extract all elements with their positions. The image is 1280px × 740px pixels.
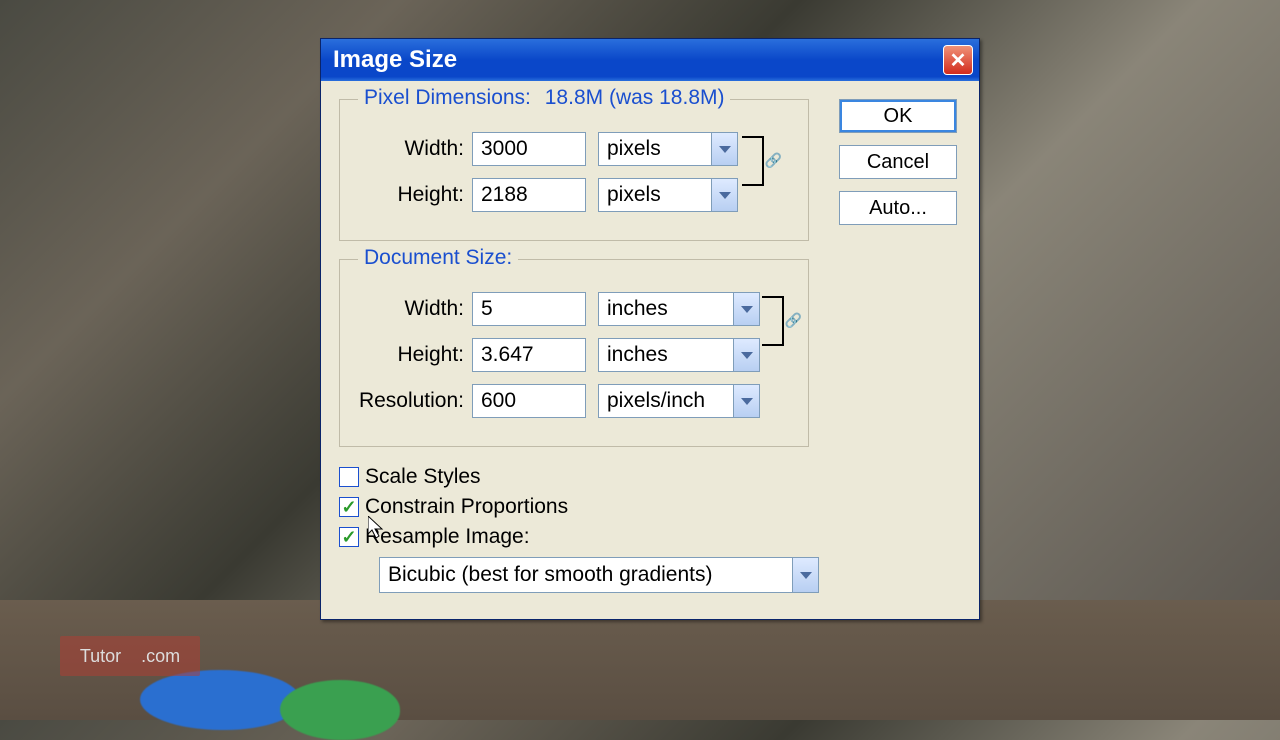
doc-height-label: Height: — [356, 343, 464, 367]
close-icon: ✕ — [950, 48, 967, 73]
resolution-unit-combo[interactable]: pixels/inch — [598, 384, 760, 418]
pixel-height-unit-combo[interactable]: pixels — [598, 178, 738, 212]
doc-width-unit: inches — [599, 297, 733, 321]
chain-link-icon: 🔗 — [765, 152, 782, 169]
chevron-down-icon — [733, 293, 759, 325]
chevron-down-icon — [711, 133, 737, 165]
scale-styles-label: Scale Styles — [365, 465, 481, 489]
resample-image-checkbox[interactable]: ✓ Resample Image: — [339, 525, 961, 549]
pixel-dimensions-legend: Pixel Dimensions: 18.8M (was 18.8M) — [358, 86, 730, 110]
dialog-content: OK Cancel Auto... Pixel Dimensions: 18.8… — [321, 81, 979, 619]
image-size-dialog: Image Size ✕ OK Cancel Auto... Pixel Dim… — [320, 38, 980, 620]
pixel-width-unit-combo[interactable]: pixels — [598, 132, 738, 166]
chain-link-icon: 🔗 — [785, 312, 802, 329]
ok-button[interactable]: OK — [839, 99, 957, 133]
dialog-title: Image Size — [333, 46, 457, 74]
pixel-width-unit: pixels — [599, 137, 711, 161]
pixel-width-input[interactable] — [472, 132, 586, 166]
chevron-down-icon — [711, 179, 737, 211]
constrain-proportions-checkbox[interactable]: ✓ Constrain Proportions — [339, 495, 961, 519]
close-button[interactable]: ✕ — [943, 45, 973, 75]
chevron-down-icon — [733, 385, 759, 417]
resample-label: Resample Image: — [365, 525, 530, 549]
document-size-group: Document Size: Width: inches Height: inc… — [339, 259, 809, 447]
link-bracket-icon — [742, 136, 764, 186]
titlebar[interactable]: Image Size ✕ — [321, 39, 979, 81]
doc-width-input[interactable] — [472, 292, 586, 326]
checkbox-checked-icon: ✓ — [339, 497, 359, 517]
chevron-down-icon — [792, 558, 818, 592]
decorative-blob — [140, 670, 300, 730]
options-checkboxes: Scale Styles ✓ Constrain Proportions ✓ R… — [339, 465, 961, 593]
pixel-dimensions-size: 18.8M (was 18.8M) — [545, 86, 725, 109]
checkbox-checked-icon: ✓ — [339, 527, 359, 547]
pixel-height-input[interactable] — [472, 178, 586, 212]
resample-method-combo[interactable]: Bicubic (best for smooth gradients) — [379, 557, 819, 593]
cancel-button[interactable]: Cancel — [839, 145, 957, 179]
pixel-height-label: Height: — [356, 183, 464, 207]
resolution-input[interactable] — [472, 384, 586, 418]
doc-height-unit-combo[interactable]: inches — [598, 338, 760, 372]
document-size-legend: Document Size: — [358, 246, 518, 270]
scale-styles-checkbox[interactable]: Scale Styles — [339, 465, 961, 489]
resample-method: Bicubic (best for smooth gradients) — [380, 563, 792, 587]
watermark: Tutor .com — [60, 636, 200, 676]
doc-height-input[interactable] — [472, 338, 586, 372]
auto-button[interactable]: Auto... — [839, 191, 957, 225]
resolution-label: Resolution: — [356, 389, 464, 413]
doc-width-label: Width: — [356, 297, 464, 321]
pixel-dimensions-legend-prefix: Pixel Dimensions: — [364, 86, 531, 109]
pixel-height-unit: pixels — [599, 183, 711, 207]
watermark-right: .com — [141, 646, 180, 667]
resolution-unit: pixels/inch — [599, 389, 733, 413]
pixel-width-label: Width: — [356, 137, 464, 161]
doc-width-unit-combo[interactable]: inches — [598, 292, 760, 326]
doc-height-unit: inches — [599, 343, 733, 367]
dialog-buttons: OK Cancel Auto... — [839, 99, 961, 237]
checkbox-icon — [339, 467, 359, 487]
watermark-left: Tutor — [80, 646, 121, 667]
constrain-label: Constrain Proportions — [365, 495, 568, 519]
link-bracket-icon — [762, 296, 784, 346]
pixel-dimensions-group: Pixel Dimensions: 18.8M (was 18.8M) Widt… — [339, 99, 809, 241]
chevron-down-icon — [733, 339, 759, 371]
decorative-blob — [280, 680, 400, 740]
